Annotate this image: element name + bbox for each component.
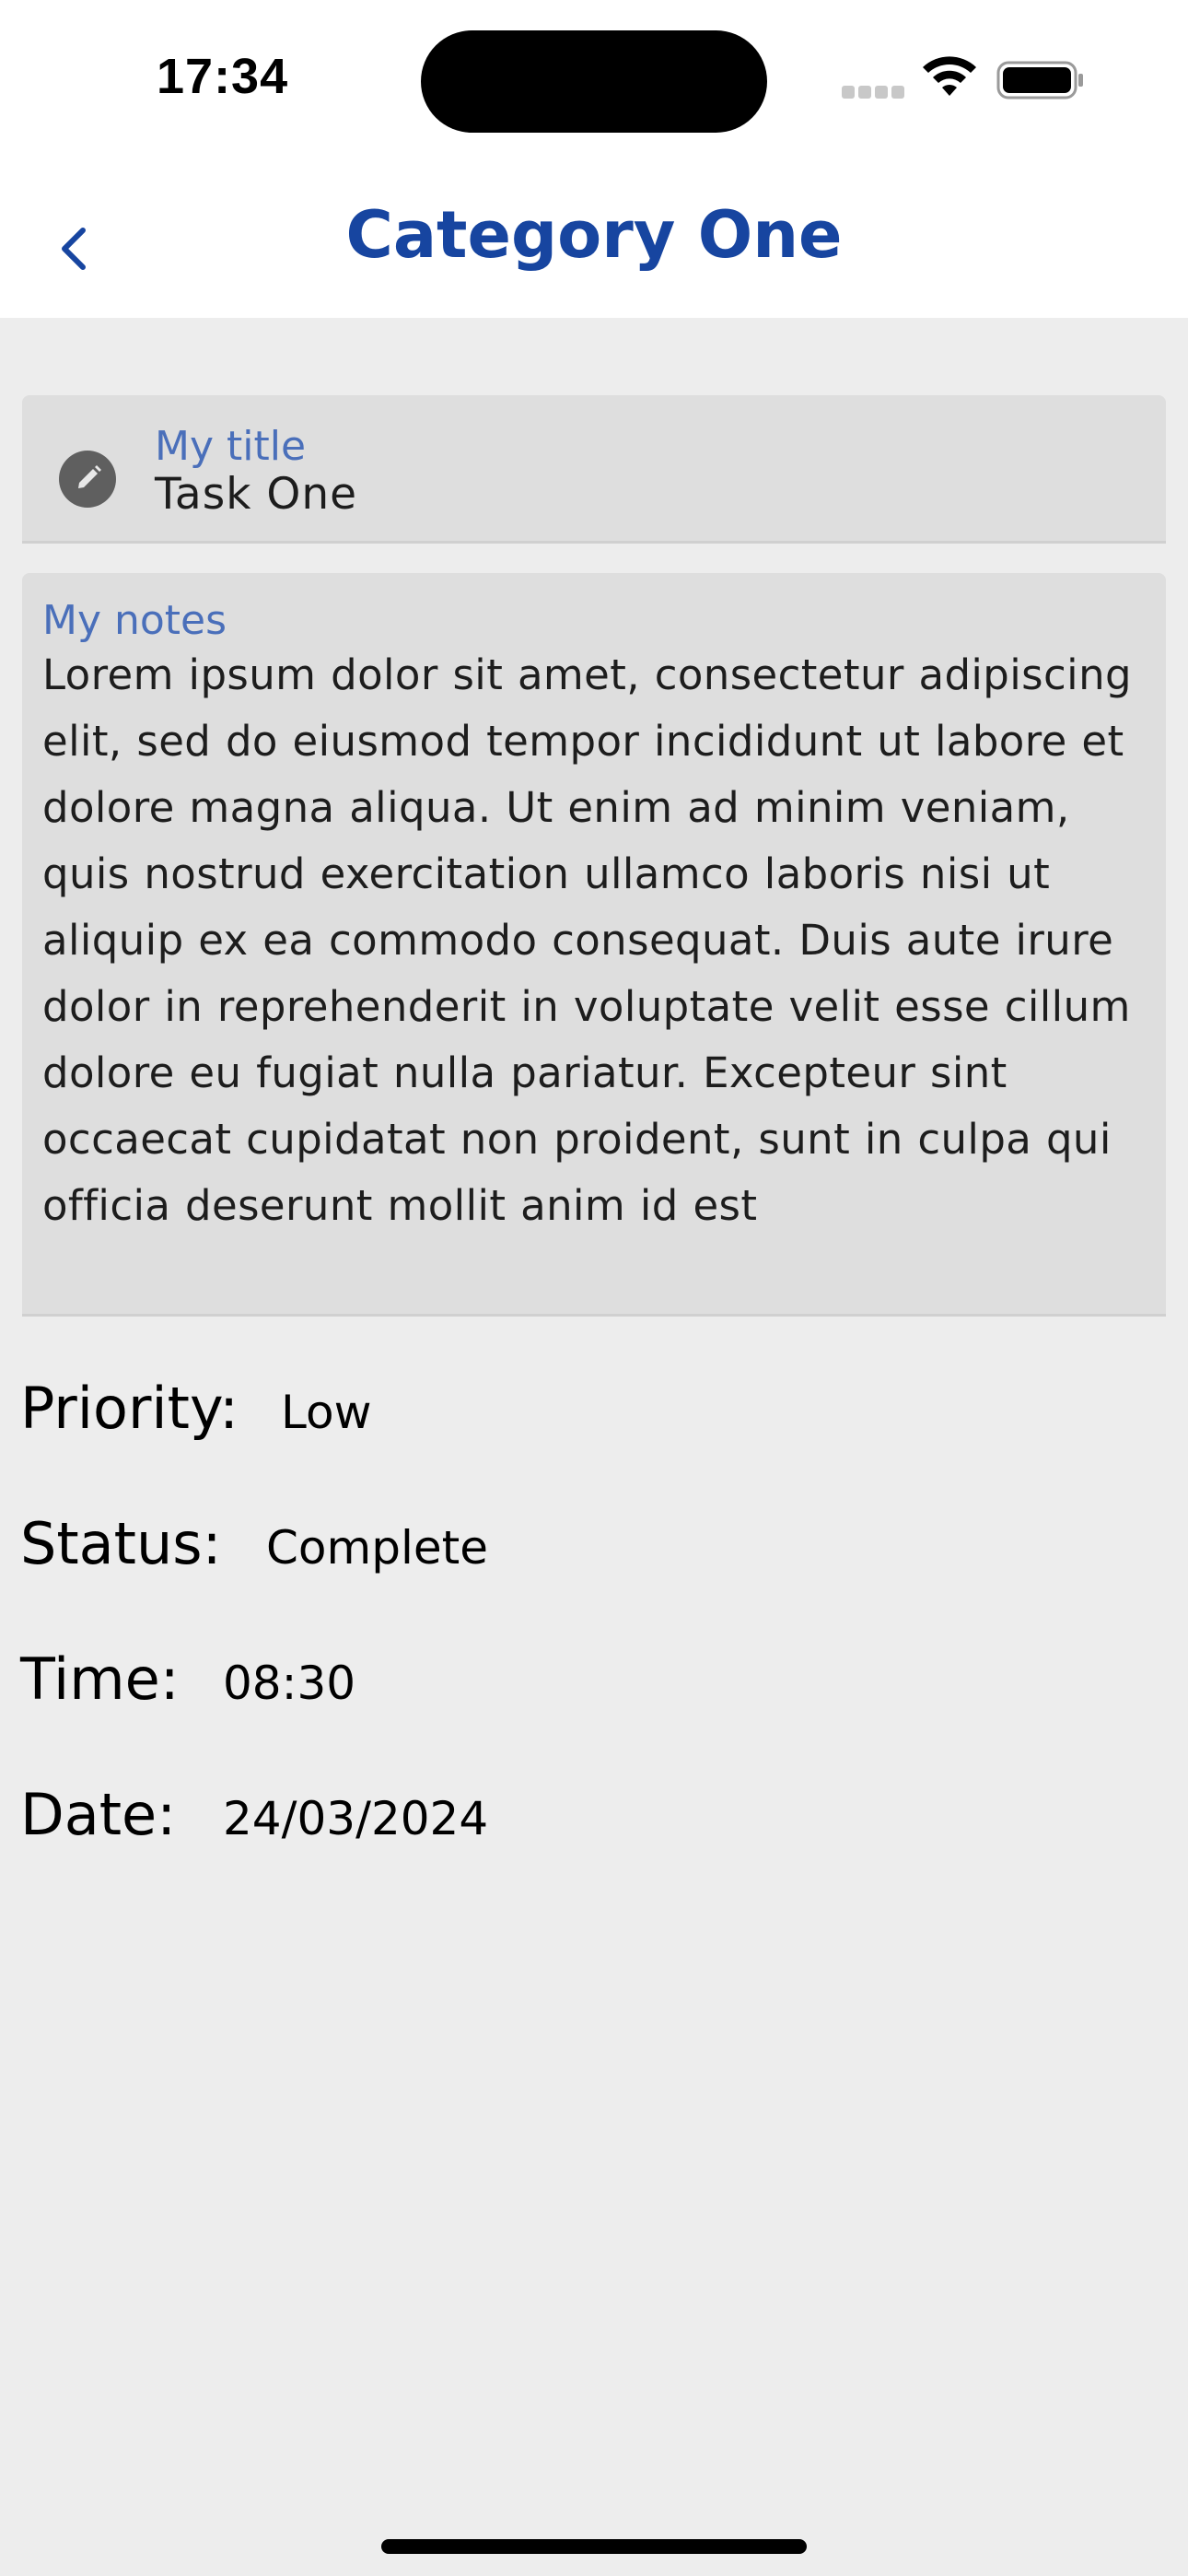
priority-label: Priority:	[20, 1375, 239, 1442]
title-value: Task One	[155, 469, 358, 520]
navigation-bar: Category One	[0, 157, 1188, 318]
status-bar: 17:34	[0, 0, 1188, 157]
status-time: 17:34	[157, 49, 289, 104]
wifi-icon	[923, 56, 976, 96]
task-notes-field[interactable]: My notes Lorem ipsum dolor sit amet, con…	[22, 573, 1166, 1317]
page-title: Category One	[345, 197, 843, 273]
cellular-signal-icon	[842, 86, 904, 99]
time-value: 08:30	[223, 1657, 356, 1710]
date-label: Date:	[20, 1781, 177, 1848]
home-indicator[interactable]	[381, 2539, 807, 2554]
pencil-icon[interactable]	[59, 451, 116, 508]
task-title-field[interactable]: My title Task One	[22, 395, 1166, 544]
battery-icon	[996, 61, 1083, 100]
time-label: Time:	[20, 1645, 180, 1713]
title-label: My title	[155, 423, 307, 470]
status-label: Status:	[20, 1510, 222, 1577]
status-value: Complete	[266, 1521, 488, 1575]
date-value: 24/03/2024	[223, 1792, 489, 1845]
notes-label: My notes	[42, 597, 227, 644]
notes-value: Lorem ipsum dolor sit amet, consectetur …	[42, 650, 1132, 1230]
priority-value: Low	[281, 1386, 372, 1439]
pencil-glyph	[78, 465, 101, 488]
dynamic-island	[421, 30, 767, 133]
